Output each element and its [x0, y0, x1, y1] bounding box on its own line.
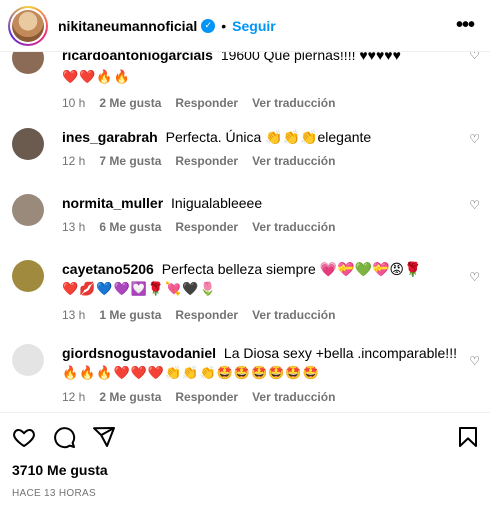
- comment-likes-count[interactable]: 6 Me gusta: [99, 220, 161, 234]
- commenter-avatar[interactable]: [12, 52, 44, 74]
- comment-body: Inigualableeee: [171, 195, 263, 211]
- comment-likes-count[interactable]: 2 Me gusta: [99, 96, 161, 110]
- bookmark-icon[interactable]: [456, 425, 480, 449]
- comment-like-icon[interactable]: ♡: [469, 52, 480, 62]
- post-actions-bar: [0, 412, 490, 458]
- post-header: nikitaneumannoficial ✓ • Seguir •••: [0, 0, 490, 52]
- comment-like-icon[interactable]: ♡: [469, 132, 480, 146]
- commenter-username[interactable]: giordsnogustavodaniel: [62, 345, 216, 361]
- reply-button[interactable]: Responder: [175, 308, 238, 322]
- commenter-avatar[interactable]: [12, 344, 44, 376]
- profile-username[interactable]: nikitaneumannoficial: [58, 18, 197, 34]
- comments-list[interactable]: ricardoantoniogarcials 19600 Que piernas…: [0, 52, 490, 410]
- translate-button[interactable]: Ver traducción: [252, 154, 335, 168]
- translate-button[interactable]: Ver traducción: [252, 308, 335, 322]
- comment-text: giordsnogustavodaniel La Diosa sexy +bel…: [62, 342, 462, 364]
- comment-body: 19600 Que piernas!!!! ♥♥♥♥♥: [220, 52, 401, 63]
- comment-time: 13 h: [62, 308, 86, 322]
- comment-like-icon[interactable]: ♡: [469, 270, 480, 284]
- post-likes-count[interactable]: 3710 Me gusta: [12, 462, 108, 478]
- translate-button[interactable]: Ver traducción: [252, 390, 335, 404]
- comment-time: 12 h: [62, 154, 86, 168]
- comment-meta: 13 h 1 Me gusta Responder Ver traducción: [62, 308, 335, 322]
- comment-likes-count[interactable]: 7 Me gusta: [99, 154, 161, 168]
- comment-time: 10 h: [62, 96, 86, 110]
- comment-time: 12 h: [62, 390, 86, 404]
- comment-body: Perfecta belleza siempre 💗💝💚💝😡🌹: [161, 261, 422, 277]
- comment-text: ricardoantoniogarcials 19600 Que piernas…: [62, 52, 462, 66]
- comment-emojis: 🔥🔥🔥❤️❤️❤️👏👏👏🤩🤩🤩🤩🤩🤩: [62, 365, 320, 380]
- commenter-avatar[interactable]: [12, 194, 44, 226]
- more-options-icon[interactable]: •••: [456, 14, 475, 37]
- reply-button[interactable]: Responder: [175, 154, 238, 168]
- comment-item: ricardoantoniogarcials 19600 Que piernas…: [0, 52, 490, 116]
- comment-likes-count[interactable]: 1 Me gusta: [99, 308, 161, 322]
- separator-dot: •: [221, 17, 227, 34]
- comment-body: La Diosa sexy +bella .incomparable!!!: [223, 345, 457, 361]
- comment-item: cayetano5206 Perfecta belleza siempre 💗💝…: [0, 256, 490, 328]
- verified-icon: ✓: [201, 18, 216, 33]
- comment-meta: 12 h 7 Me gusta Responder Ver traducción: [62, 154, 335, 168]
- comment-likes-count[interactable]: 2 Me gusta: [99, 390, 161, 404]
- comment-text: ines_garabrah Perfecta. Única 👏👏👏elegant…: [62, 126, 462, 148]
- commenter-avatar[interactable]: [12, 260, 44, 292]
- reply-button[interactable]: Responder: [175, 390, 238, 404]
- commenter-avatar[interactable]: [12, 128, 44, 160]
- comment-item: giordsnogustavodaniel La Diosa sexy +bel…: [0, 340, 490, 410]
- comment-body: Perfecta. Única 👏👏👏elegante: [165, 129, 372, 145]
- comment-emojis: ❤️❤️🔥🔥: [62, 69, 131, 84]
- comment-text: normita_muller Inigualableeee: [62, 192, 462, 214]
- profile-avatar[interactable]: [8, 5, 48, 46]
- post-timestamp[interactable]: HACE 13 HORAS: [12, 488, 96, 499]
- comment-like-icon[interactable]: ♡: [469, 198, 480, 212]
- commenter-username[interactable]: cayetano5206: [62, 261, 154, 277]
- comment-text: cayetano5206 Perfecta belleza siempre 💗💝…: [62, 258, 462, 280]
- reply-button[interactable]: Responder: [175, 220, 238, 234]
- reply-button[interactable]: Responder: [175, 96, 238, 110]
- comment-item: normita_muller Inigualableeee ♡ 13 h 6 M…: [0, 190, 490, 240]
- commenter-username[interactable]: normita_muller: [62, 195, 163, 211]
- heart-icon[interactable]: [12, 425, 36, 449]
- commenter-username[interactable]: ricardoantoniogarcials: [62, 52, 213, 63]
- share-icon[interactable]: [92, 425, 116, 449]
- comment-meta: 13 h 6 Me gusta Responder Ver traducción: [62, 220, 335, 234]
- comment-like-icon[interactable]: ♡: [469, 354, 480, 368]
- comment-item: ines_garabrah Perfecta. Única 👏👏👏elegant…: [0, 124, 490, 174]
- comment-emojis: ❤️💋💙💜💟🌹💘🖤🌷: [62, 281, 217, 296]
- translate-button[interactable]: Ver traducción: [252, 96, 335, 110]
- comment-meta: 10 h 2 Me gusta Responder Ver traducción: [62, 96, 335, 110]
- comment-time: 13 h: [62, 220, 86, 234]
- commenter-username[interactable]: ines_garabrah: [62, 129, 158, 145]
- comment-icon[interactable]: [52, 425, 76, 449]
- translate-button[interactable]: Ver traducción: [252, 220, 335, 234]
- comment-meta: 12 h 2 Me gusta Responder Ver traducción: [62, 390, 335, 404]
- follow-button[interactable]: Seguir: [232, 18, 276, 34]
